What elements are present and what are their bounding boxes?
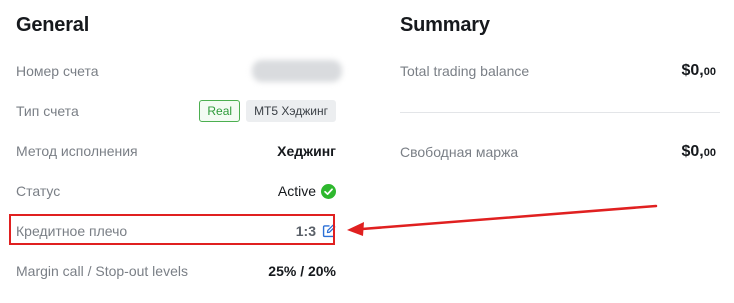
status-text: Active [277, 183, 316, 199]
account-type-badge: MT5 Хэджинг [246, 100, 336, 122]
free-margin-main: $0, [681, 143, 704, 160]
free-margin-value: $0,00 [682, 143, 717, 161]
execution-method-label: Метод исполнения [16, 143, 138, 159]
status-label: Статус [16, 183, 61, 199]
status-row: Статус Active [16, 179, 336, 203]
account-number-value [252, 60, 342, 82]
leverage-highlight-box [9, 214, 335, 245]
account-number-row: Номер счета [16, 59, 342, 83]
general-title: General [16, 14, 90, 36]
account-number-label: Номер счета [16, 63, 99, 79]
account-type-label: Тип счета [16, 103, 79, 119]
execution-method-value: Хеджинг [277, 143, 336, 159]
account-type-value: Real MT5 Хэджинг [199, 100, 336, 122]
real-badge: Real [199, 100, 241, 122]
total-balance-row: Total trading balance $0,00 [400, 59, 716, 83]
total-balance-cents: 00 [703, 66, 716, 78]
status-value: Active [278, 183, 336, 199]
blurred-account-number [252, 60, 342, 82]
free-margin-label: Свободная маржа [400, 144, 519, 160]
execution-method-row: Метод исполнения Хеджинг [16, 139, 336, 163]
summary-divider [400, 112, 720, 113]
check-circle-icon [321, 183, 336, 199]
total-balance-main: $0, [681, 62, 704, 79]
margin-levels-value: 25% / 20% [268, 263, 336, 279]
margin-levels-label: Margin call / Stop-out levels [16, 263, 188, 279]
account-type-row: Тип счета Real MT5 Хэджинг [16, 99, 336, 123]
total-balance-label: Total trading balance [400, 63, 530, 79]
total-balance-value: $0,00 [682, 62, 717, 80]
margin-levels-row: Margin call / Stop-out levels 25% / 20% [16, 259, 336, 283]
free-margin-row: Свободная маржа $0,00 [400, 140, 716, 164]
summary-title: Summary [400, 14, 490, 36]
free-margin-cents: 00 [703, 147, 716, 159]
